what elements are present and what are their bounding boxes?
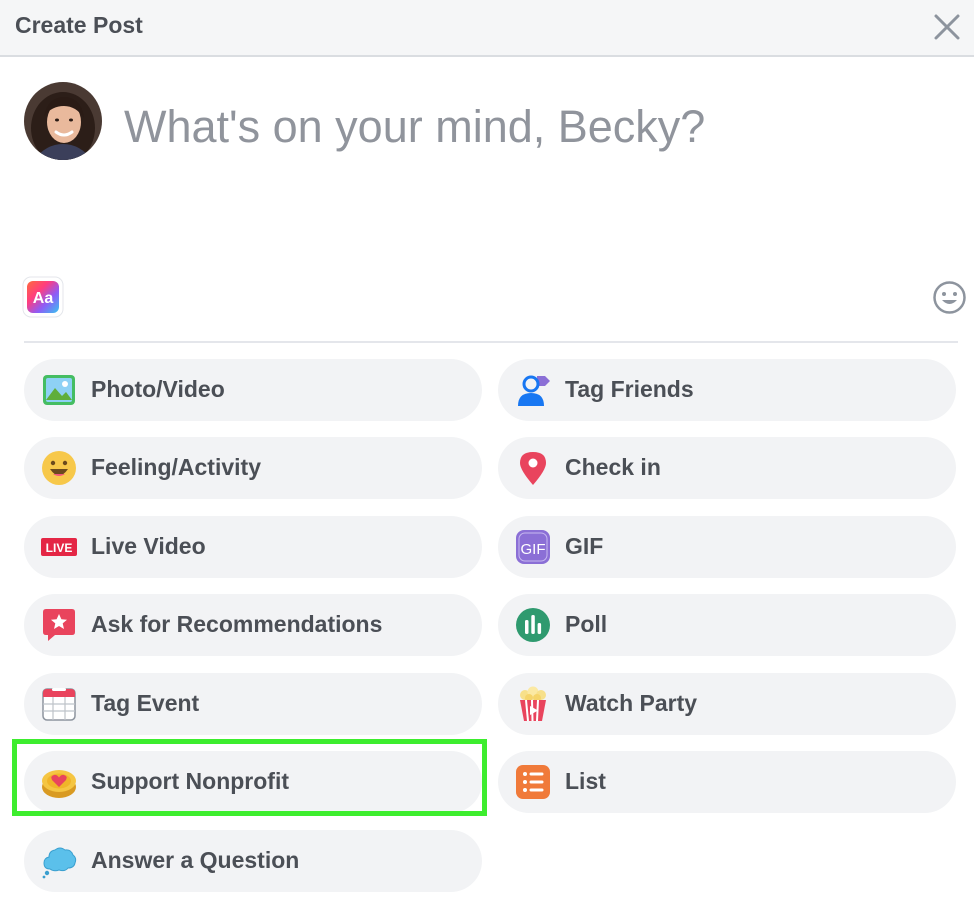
list-icon (516, 765, 550, 799)
svg-text:Aa: Aa (33, 290, 54, 307)
heart-coin-icon (42, 770, 76, 798)
photo-icon (43, 375, 75, 405)
option-answer-a-question[interactable]: Answer a Question (24, 830, 482, 892)
option-tag-event[interactable]: Tag Event (24, 673, 482, 735)
option-ask-for-recommendations[interactable]: Ask for Recommendations (24, 594, 482, 656)
recommendation-star-bubble-icon (43, 609, 75, 641)
option-support-nonprofit[interactable]: Support Nonprofit (24, 751, 482, 813)
emoji-icon[interactable] (932, 280, 967, 315)
tag-person-icon (518, 375, 550, 406)
smiley-face-icon (42, 451, 76, 485)
avatar (24, 82, 102, 160)
svg-text:LIVE: LIVE (46, 541, 73, 555)
post-composer-input[interactable] (124, 92, 924, 162)
live-badge-icon: LIVE (41, 538, 77, 556)
option-gif[interactable]: GIF GIF (498, 516, 956, 578)
svg-text:GIF: GIF (521, 541, 546, 558)
option-label: Tag Friends (565, 376, 694, 402)
option-label: Live Video (91, 533, 206, 559)
option-label: Feeling/Activity (91, 454, 261, 480)
popcorn-icon (520, 686, 546, 722)
dialog-header: Create Post (0, 0, 974, 57)
dialog-title: Create Post (15, 12, 143, 38)
option-label: GIF (565, 533, 604, 559)
option-label: Ask for Recommendations (91, 611, 383, 637)
divider (24, 341, 958, 343)
option-label: Photo/Video (91, 376, 225, 402)
thought-cloud-icon (42, 847, 77, 879)
calendar-icon (42, 688, 76, 721)
option-label: Tag Event (91, 690, 200, 716)
option-photo-video[interactable]: Photo/Video (24, 359, 482, 421)
option-feeling-activity[interactable]: Feeling/Activity (24, 437, 482, 499)
option-label: Check in (565, 454, 661, 480)
option-label: Support Nonprofit (91, 768, 290, 794)
close-icon[interactable] (930, 10, 964, 44)
option-tag-friends[interactable]: Tag Friends (498, 359, 956, 421)
text-background-button[interactable]: Aa (22, 276, 64, 318)
option-label: Watch Party (565, 690, 698, 716)
option-list[interactable]: List (498, 751, 956, 813)
map-pin-icon (520, 452, 546, 485)
gif-icon: GIF (516, 530, 550, 564)
option-label: Poll (565, 611, 608, 637)
option-label: Answer a Question (91, 847, 300, 873)
option-watch-party[interactable]: Watch Party (498, 673, 956, 735)
option-check-in[interactable]: Check in (498, 437, 956, 499)
poll-bars-icon (516, 608, 550, 642)
option-live-video[interactable]: LIVE Live Video (24, 516, 482, 578)
option-label: List (565, 768, 606, 794)
option-poll[interactable]: Poll (498, 594, 956, 656)
